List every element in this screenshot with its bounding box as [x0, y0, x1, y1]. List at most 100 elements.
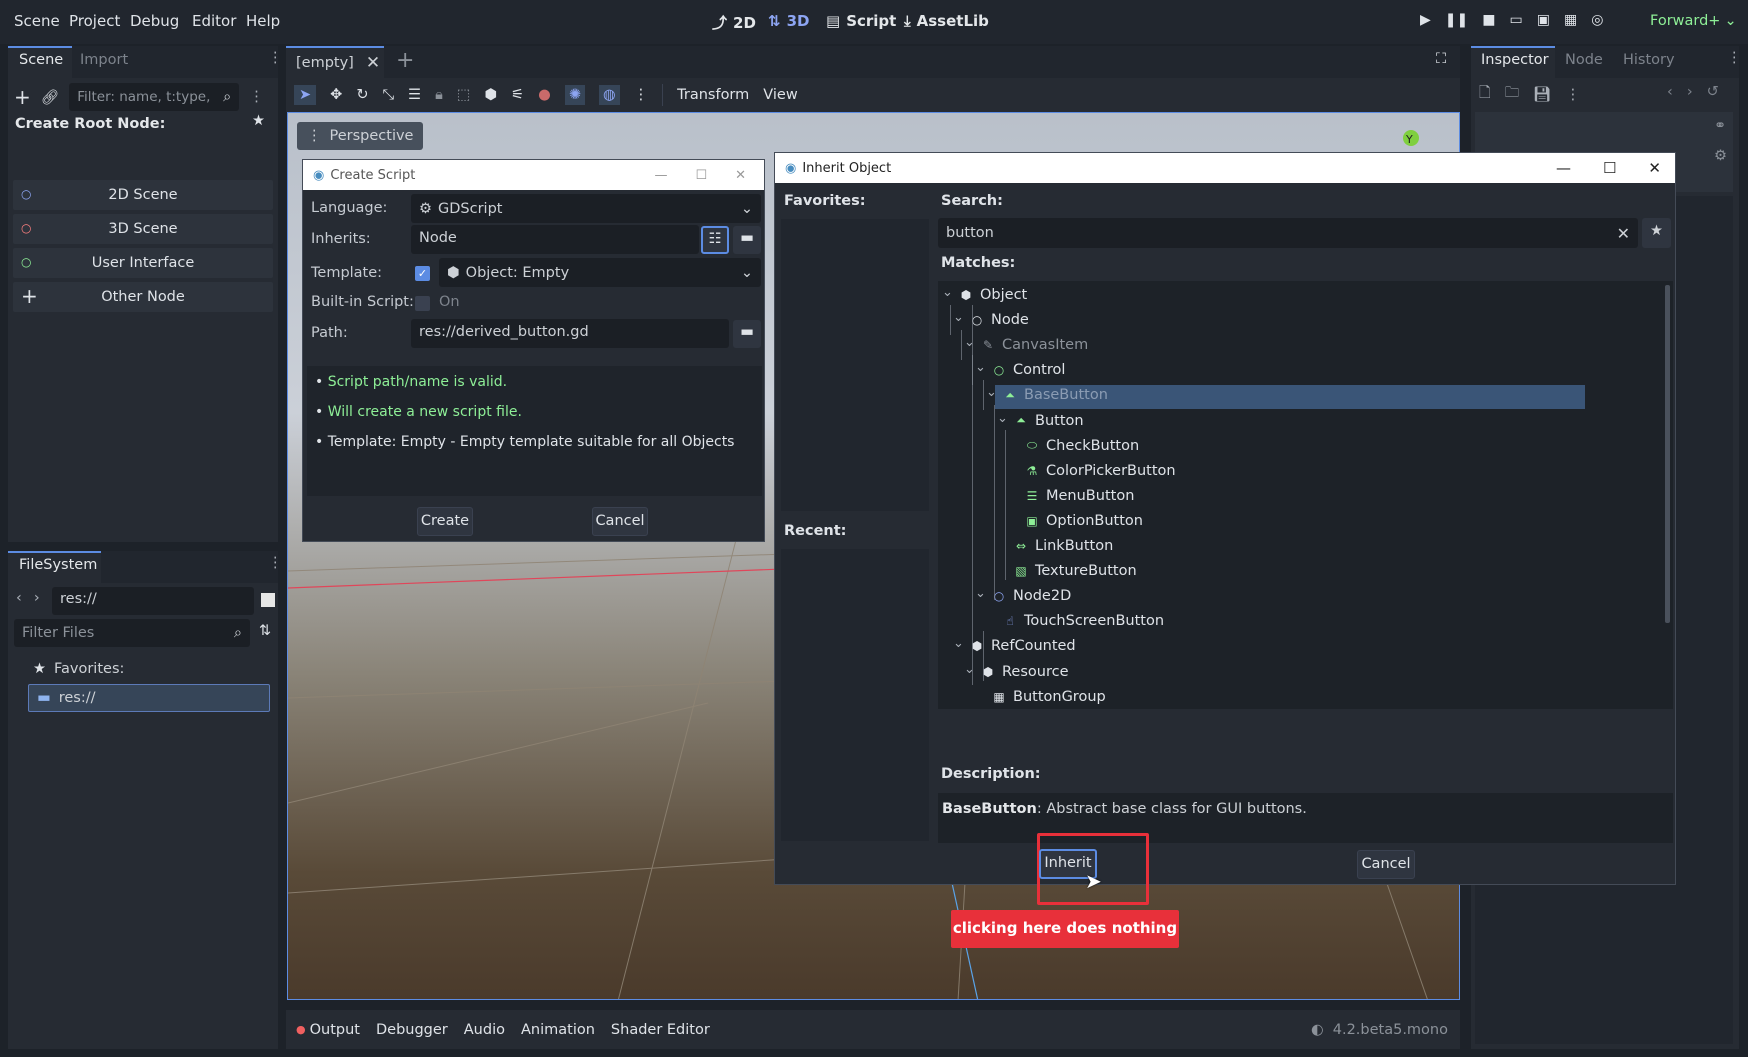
dock-menu-icon[interactable]: ⋮	[268, 50, 283, 66]
open-icon[interactable]: 🗀︎	[1505, 82, 1520, 107]
tree-scrollbar[interactable]	[1665, 285, 1670, 623]
root-node-option[interactable]: + Other Node	[13, 282, 273, 312]
save-icon[interactable]: 💾︎	[1533, 86, 1551, 103]
back-icon[interactable]: ‹	[16, 590, 22, 606]
cube-icon[interactable]: ⬢	[485, 87, 498, 103]
favorite-toggle-button[interactable]: ★	[1642, 218, 1671, 248]
debugger-tab[interactable]: Debugger	[376, 1022, 448, 1038]
dock-menu-icon[interactable]: ⋮	[1727, 50, 1742, 66]
add-node-icon[interactable]: +	[14, 85, 31, 109]
more-icon[interactable]: ⋮	[1566, 87, 1581, 103]
animation-tab[interactable]: Animation	[521, 1022, 595, 1038]
tab-history[interactable]: History	[1623, 52, 1675, 68]
tree-item-colorpickerbutton[interactable]: ⚗ ColorPickerButton	[1026, 463, 1176, 479]
tree-item-optionbutton[interactable]: ▣ OptionButton	[1026, 513, 1143, 529]
menu-project[interactable]: Project	[69, 12, 120, 30]
expand-chevron-icon[interactable]: ⌄	[997, 411, 1008, 426]
scale-tool-icon[interactable]: ⤡	[382, 87, 394, 103]
template-select[interactable]: ⬢ Object: Empty ⌄	[439, 258, 761, 287]
tree-item-texturebutton[interactable]: ▧ TextureButton	[1015, 563, 1136, 579]
toggle-split-icon[interactable]	[261, 593, 275, 607]
tree-item-refcounted[interactable]: ⬢ RefCounted	[971, 638, 1076, 654]
renderer-selector[interactable]: Forward+ ⌄	[1650, 13, 1737, 29]
tree-item-canvasitem[interactable]: ✎ CanvasItem	[982, 337, 1088, 353]
movie-maker-icon[interactable]: ◎	[1591, 12, 1603, 28]
tab-empty-scene[interactable]: [empty] ✕	[286, 46, 384, 78]
browse-inherits-button[interactable]: ▬	[733, 226, 761, 254]
perspective-button[interactable]: ⋮ Perspective	[297, 122, 424, 150]
tab-import[interactable]: Import	[80, 52, 128, 68]
root-node-option[interactable]: ○ 3D Scene	[13, 214, 273, 244]
skeleton-icon[interactable]: ⚟	[511, 87, 524, 103]
link-icon[interactable]: 🔗︎	[41, 89, 59, 106]
path-field[interactable]: res://derived_button.gd	[411, 319, 729, 348]
new-resource-icon[interactable]: 🗋︎	[1479, 82, 1491, 107]
history-forward-icon[interactable]: ›	[1687, 84, 1693, 100]
tree-item-button[interactable]: ⏶ Button	[1015, 413, 1083, 429]
template-checkbox[interactable]: ✓	[415, 266, 430, 281]
expand-chevron-icon[interactable]: ⌄	[975, 586, 986, 601]
favorites-list[interactable]	[781, 219, 929, 511]
expand-chevron-icon[interactable]: ⌄	[964, 662, 975, 677]
workspace-assetlib-button[interactable]: ⤓ AssetLib	[904, 12, 989, 30]
list-select-icon[interactable]: ☰	[408, 87, 421, 103]
tree-item-resource[interactable]: ⬢ Resource	[982, 664, 1069, 680]
output-tab[interactable]: ● Output	[296, 1022, 360, 1038]
snap-icon[interactable]: ✺	[564, 85, 585, 105]
expand-chevron-icon[interactable]: ⌄	[953, 636, 964, 651]
favorites-star-icon[interactable]: ★	[252, 113, 265, 129]
create-button[interactable]: Create	[417, 507, 473, 536]
expand-chevron-icon[interactable]: ⌄	[942, 285, 953, 300]
transform-menu[interactable]: Transform	[677, 87, 749, 103]
inherits-field[interactable]: Node	[411, 225, 699, 254]
builtin-checkbox[interactable]	[415, 296, 430, 311]
move-tool-icon[interactable]: ✥	[330, 87, 342, 103]
menu-help[interactable]: Help	[246, 12, 280, 30]
tree-item-control[interactable]: ○ Control	[993, 362, 1066, 378]
tab-inspector[interactable]: Inspector	[1481, 52, 1549, 68]
root-node-option[interactable]: ○ User Interface	[13, 248, 273, 278]
expand-chevron-icon[interactable]: ⌄	[964, 335, 975, 350]
close-icon[interactable]: ✕	[366, 53, 380, 73]
expand-chevron-icon[interactable]: ⌄	[975, 360, 986, 375]
class-tree-button[interactable]: ☷	[701, 226, 729, 254]
workspace-3d-button[interactable]: ⇅ 3D	[768, 12, 809, 30]
menu-editor[interactable]: Editor	[192, 12, 236, 30]
history-back-icon[interactable]: ‹	[1667, 84, 1673, 100]
forward-icon[interactable]: ›	[34, 590, 40, 606]
class-search-input[interactable]: button ✕	[938, 218, 1638, 248]
group-icon[interactable]: ⬚	[457, 87, 471, 103]
tab-scene[interactable]: Scene	[19, 52, 63, 68]
remote-debug-icon[interactable]: ▭	[1509, 12, 1522, 28]
scene-menu-icon[interactable]: ⋮	[249, 89, 264, 105]
camera-override-icon[interactable]: ●	[538, 87, 551, 103]
play-custom-icon[interactable]: ▦	[1564, 12, 1577, 28]
expand-chevron-icon[interactable]: ⌄	[986, 385, 997, 400]
filter-files-input[interactable]: Filter Files	[22, 625, 94, 641]
play-icon[interactable]: ▶	[1420, 12, 1431, 28]
recent-list[interactable]	[781, 549, 929, 841]
tree-item-node[interactable]: ○ Node	[971, 312, 1029, 328]
workspace-script-button[interactable]: ▤ Script	[826, 12, 896, 30]
res-folder-item[interactable]: ▬ res://	[28, 684, 270, 712]
pause-icon[interactable]: ❚❚	[1445, 12, 1468, 28]
fs-path-field[interactable]: res://	[60, 591, 97, 607]
tree-item-checkbutton[interactable]: ⬭ CheckButton	[1026, 438, 1139, 454]
play-scene-icon[interactable]: ▣	[1537, 12, 1550, 28]
close-icon[interactable]: ✕	[1648, 159, 1661, 177]
tab-filesystem[interactable]: FileSystem	[19, 557, 97, 573]
tree-item-menubutton[interactable]: ☰ MenuButton	[1026, 488, 1135, 504]
minimize-icon[interactable]: —	[1556, 159, 1571, 177]
shader-editor-tab[interactable]: Shader Editor	[611, 1022, 710, 1038]
distraction-free-icon[interactable]: ⛶	[1436, 51, 1446, 67]
tree-item-basebutton[interactable]: ⏶ BaseButton	[1004, 387, 1108, 403]
rotate-tool-icon[interactable]: ↻	[356, 87, 368, 103]
maximize-icon[interactable]: ☐	[695, 168, 707, 183]
close-icon[interactable]: ✕	[735, 168, 746, 183]
tree-item-node2d[interactable]: ○ Node2D	[993, 588, 1071, 604]
scene-filter-input[interactable]: Filter: name, t:type,	[77, 89, 210, 105]
add-tab-icon[interactable]: +	[396, 48, 414, 73]
minimize-icon[interactable]: —	[654, 168, 667, 183]
select-tool-icon[interactable]: ➤	[294, 85, 317, 105]
menu-debug[interactable]: Debug	[130, 12, 179, 30]
